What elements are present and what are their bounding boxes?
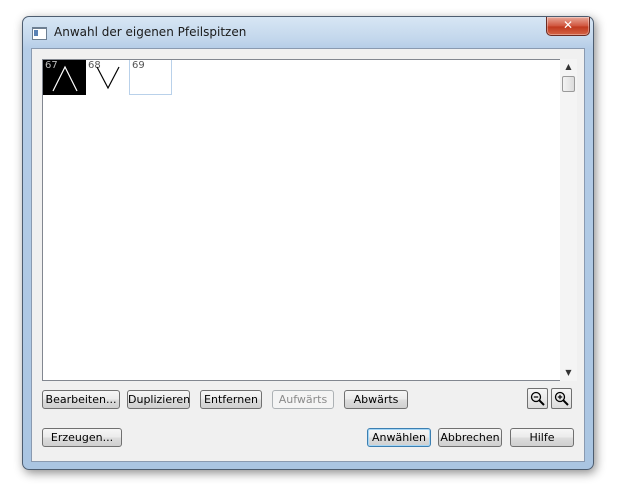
arrowhead-number: 69 (132, 60, 145, 71)
duplicate-button[interactable]: Duplizieren (127, 390, 190, 409)
app-icon (32, 27, 47, 40)
create-button[interactable]: Erzeugen... (42, 428, 122, 447)
dialog-client-area: 67 68 69 ▲ ▼ Bearbeiten... Duplizieren E… (31, 48, 585, 462)
title-bar[interactable]: Anwahl der eigenen Pfeilspitzen ✕ (23, 17, 593, 49)
close-icon: ✕ (562, 18, 574, 32)
select-button[interactable]: Anwählen (367, 428, 431, 447)
arrowhead-list[interactable]: 67 68 69 (42, 59, 561, 381)
arrowhead-tile-67[interactable]: 67 (43, 60, 86, 95)
arrowhead-up-icon (52, 65, 78, 92)
scroll-down-icon[interactable]: ▼ (560, 365, 577, 381)
arrowhead-tile-68[interactable]: 68 (86, 60, 129, 95)
remove-button[interactable]: Entfernen (200, 390, 262, 409)
arrowhead-tile-69[interactable]: 69 (129, 60, 172, 95)
vertical-scrollbar[interactable]: ▲ ▼ (560, 59, 577, 381)
move-up-button[interactable]: Aufwärts (272, 390, 334, 409)
close-button[interactable]: ✕ (546, 17, 590, 36)
edit-button[interactable]: Bearbeiten... (42, 390, 120, 409)
window-title: Anwahl der eigenen Pfeilspitzen (54, 25, 247, 39)
zoom-out-button[interactable] (527, 388, 548, 409)
move-down-button[interactable]: Abwärts (344, 390, 408, 409)
dialog-window: Anwahl der eigenen Pfeilspitzen ✕ 67 68 … (22, 16, 594, 470)
zoom-in-icon (554, 391, 569, 406)
scroll-up-icon[interactable]: ▲ (560, 59, 577, 75)
help-button[interactable]: Hilfe (510, 428, 574, 447)
cancel-button[interactable]: Abbrechen (438, 428, 502, 447)
zoom-in-button[interactable] (551, 388, 572, 409)
zoom-out-icon (530, 391, 545, 406)
arrowhead-down-icon (96, 66, 120, 90)
scroll-thumb[interactable] (562, 76, 575, 92)
